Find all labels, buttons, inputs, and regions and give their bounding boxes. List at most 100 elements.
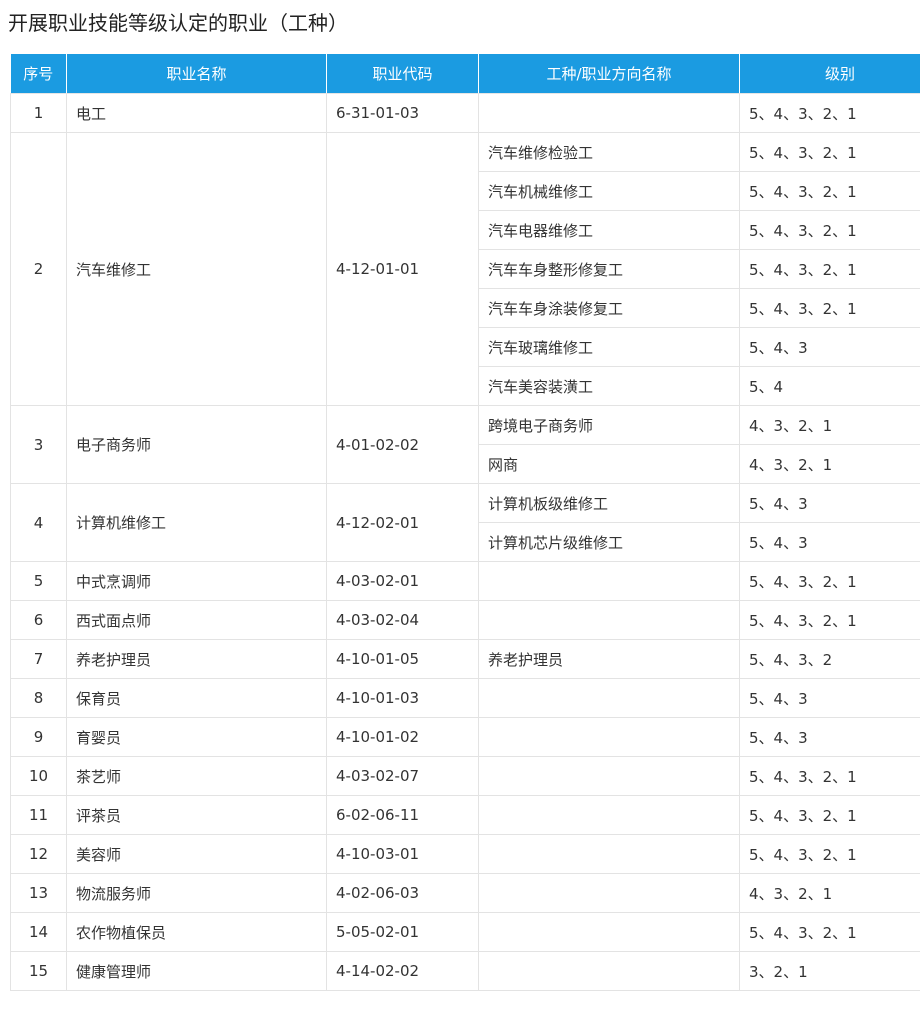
occupation-name-cell: 计算机维修工: [66, 483, 327, 562]
table-row: 4 计算机维修工 4-12-02-01 计算机板级维修工 5、4、3: [10, 483, 920, 562]
occupation-name-cell: 育婴员: [66, 717, 327, 757]
table-row: 12 美容师 4-10-03-01 5、4、3、2、1: [10, 834, 920, 874]
occupation-code-cell: 4-10-01-02: [326, 717, 479, 757]
table-row: 5 中式烹调师 4-03-02-01 5、4、3、2、1: [10, 561, 920, 601]
serial-no-cell: 11: [10, 795, 67, 835]
table-row: 14 农作物植保员 5-05-02-01 5、4、3、2、1: [10, 912, 920, 952]
job-type-cell: 汽车美容装潢工: [478, 366, 740, 406]
level-cell: 5、4、3、2: [739, 639, 920, 679]
table-row: 15 健康管理师 4-14-02-02 3、2、1: [10, 951, 920, 991]
job-type-cell: [478, 717, 740, 757]
occupation-code-cell: 5-05-02-01: [326, 912, 479, 952]
occupation-code-cell: 4-03-02-07: [326, 756, 479, 796]
occupation-code-cell: 4-12-02-01: [326, 483, 479, 562]
job-type-cell: 汽车车身涂装修复工: [478, 288, 740, 328]
level-cell: 5、4、3: [739, 678, 920, 718]
level-cell: 5、4、3: [739, 522, 920, 562]
job-type-cell: 汽车车身整形修复工: [478, 249, 740, 289]
occupation-name-cell: 养老护理员: [66, 639, 327, 679]
table-row: 1 电工 6-31-01-03 5、4、3、2、1: [10, 93, 920, 133]
occupation-code-cell: 4-03-02-01: [326, 561, 479, 601]
occupation-name-cell: 电子商务师: [66, 405, 327, 484]
level-cell: 5、4、3: [739, 717, 920, 757]
occupation-code-cell: 4-03-02-04: [326, 600, 479, 640]
header-level: 级别: [739, 54, 920, 94]
serial-no-cell: 15: [10, 951, 67, 991]
job-type-cell: 计算机芯片级维修工: [478, 522, 740, 562]
header-occupation-code: 职业代码: [326, 54, 479, 94]
occupation-code-cell: 4-02-06-03: [326, 873, 479, 913]
occupation-name-cell: 美容师: [66, 834, 327, 874]
level-cell: 5、4、3、2、1: [739, 288, 920, 328]
level-cell: 5、4、3、2、1: [739, 795, 920, 835]
job-type-cell: [478, 756, 740, 796]
serial-no-cell: 8: [10, 678, 67, 718]
occupation-name-cell: 农作物植保员: [66, 912, 327, 952]
header-job-type: 工种/职业方向名称: [478, 54, 740, 94]
job-type-cell: [478, 951, 740, 991]
serial-no-cell: 6: [10, 600, 67, 640]
job-type-cell: [478, 678, 740, 718]
job-type-cell: [478, 873, 740, 913]
occupation-name-cell: 茶艺师: [66, 756, 327, 796]
level-cell: 5、4、3、2、1: [739, 834, 920, 874]
job-type-cell: 计算机板级维修工: [478, 483, 740, 523]
occupation-code-cell: 4-10-01-05: [326, 639, 479, 679]
occupation-name-cell: 中式烹调师: [66, 561, 327, 601]
occupation-name-cell: 电工: [66, 93, 327, 133]
table-row: 3 电子商务师 4-01-02-02 跨境电子商务师 4、3、2、1: [10, 405, 920, 484]
page-title: 开展职业技能等级认定的职业（工种）: [8, 11, 348, 35]
job-type-cell: [478, 834, 740, 874]
level-cell: 5、4、3、2、1: [739, 132, 920, 172]
header-row: 序号 职业名称 职业代码 工种/职业方向名称 级别: [10, 54, 920, 94]
table-row: 6 西式面点师 4-03-02-04 5、4、3、2、1: [10, 600, 920, 640]
level-cell: 3、2、1: [739, 951, 920, 991]
level-cell: 5、4、3、2、1: [739, 249, 920, 289]
table-body: 1 电工 6-31-01-03 5、4、3、2、1 2 汽车维修工 4-12-01-01 汽车…: [10, 93, 920, 991]
serial-no-cell: 2: [10, 132, 67, 406]
level-cell: 4、3、2、1: [739, 405, 920, 445]
job-type-cell: 养老护理员: [478, 639, 740, 679]
page: 开展职业技能等级认定的职业（工种） 序号 职业名称 职业代码 工种/职业方向名称…: [0, 0, 920, 1026]
serial-no-cell: 9: [10, 717, 67, 757]
occupation-name-cell: 物流服务师: [66, 873, 327, 913]
serial-no-cell: 3: [10, 405, 67, 484]
job-type-cell: 汽车维修检验工: [478, 132, 740, 172]
level-cell: 5、4、3、2、1: [739, 210, 920, 250]
occupation-table: 序号 职业名称 职业代码 工种/职业方向名称 级别 1 电工 6-31-01-03 5…: [10, 54, 920, 991]
occupation-code-cell: 4-01-02-02: [326, 405, 479, 484]
job-type-cell: [478, 600, 740, 640]
header-occupation-name: 职业名称: [66, 54, 327, 94]
occupation-name-cell: 健康管理师: [66, 951, 327, 991]
header-serial-no: 序号: [10, 54, 67, 94]
table-row: 11 评茶员 6-02-06-11 5、4、3、2、1: [10, 795, 920, 835]
level-cell: 4、3、2、1: [739, 444, 920, 484]
table-row: 8 保育员 4-10-01-03 5、4、3: [10, 678, 920, 718]
level-cell: 5、4、3、2、1: [739, 561, 920, 601]
serial-no-cell: 4: [10, 483, 67, 562]
job-type-cell: 网商: [478, 444, 740, 484]
job-type-cell: 汽车玻璃维修工: [478, 327, 740, 367]
occupation-code-cell: 4-10-01-03: [326, 678, 479, 718]
table-row: 13 物流服务师 4-02-06-03 4、3、2、1: [10, 873, 920, 913]
occupation-name-cell: 评茶员: [66, 795, 327, 835]
occupation-name-cell: 汽车维修工: [66, 132, 327, 406]
job-type-cell: [478, 561, 740, 601]
occupation-code-cell: 6-31-01-03: [326, 93, 479, 133]
serial-no-cell: 14: [10, 912, 67, 952]
occupation-code-cell: 4-12-01-01: [326, 132, 479, 406]
level-cell: 5、4、3: [739, 327, 920, 367]
job-type-cell: 汽车机械维修工: [478, 171, 740, 211]
table-header: 序号 职业名称 职业代码 工种/职业方向名称 级别: [10, 54, 920, 94]
job-type-cell: [478, 912, 740, 952]
serial-no-cell: 7: [10, 639, 67, 679]
level-cell: 4、3、2、1: [739, 873, 920, 913]
level-cell: 5、4、3、2、1: [739, 756, 920, 796]
occupation-name-cell: 西式面点师: [66, 600, 327, 640]
level-cell: 5、4、3: [739, 483, 920, 523]
level-cell: 5、4、3、2、1: [739, 93, 920, 133]
table-row: 2 汽车维修工 4-12-01-01 汽车维修检验工 5、4、3、2、1: [10, 132, 920, 406]
table-row: 10 茶艺师 4-03-02-07 5、4、3、2、1: [10, 756, 920, 796]
level-cell: 5、4: [739, 366, 920, 406]
serial-no-cell: 13: [10, 873, 67, 913]
